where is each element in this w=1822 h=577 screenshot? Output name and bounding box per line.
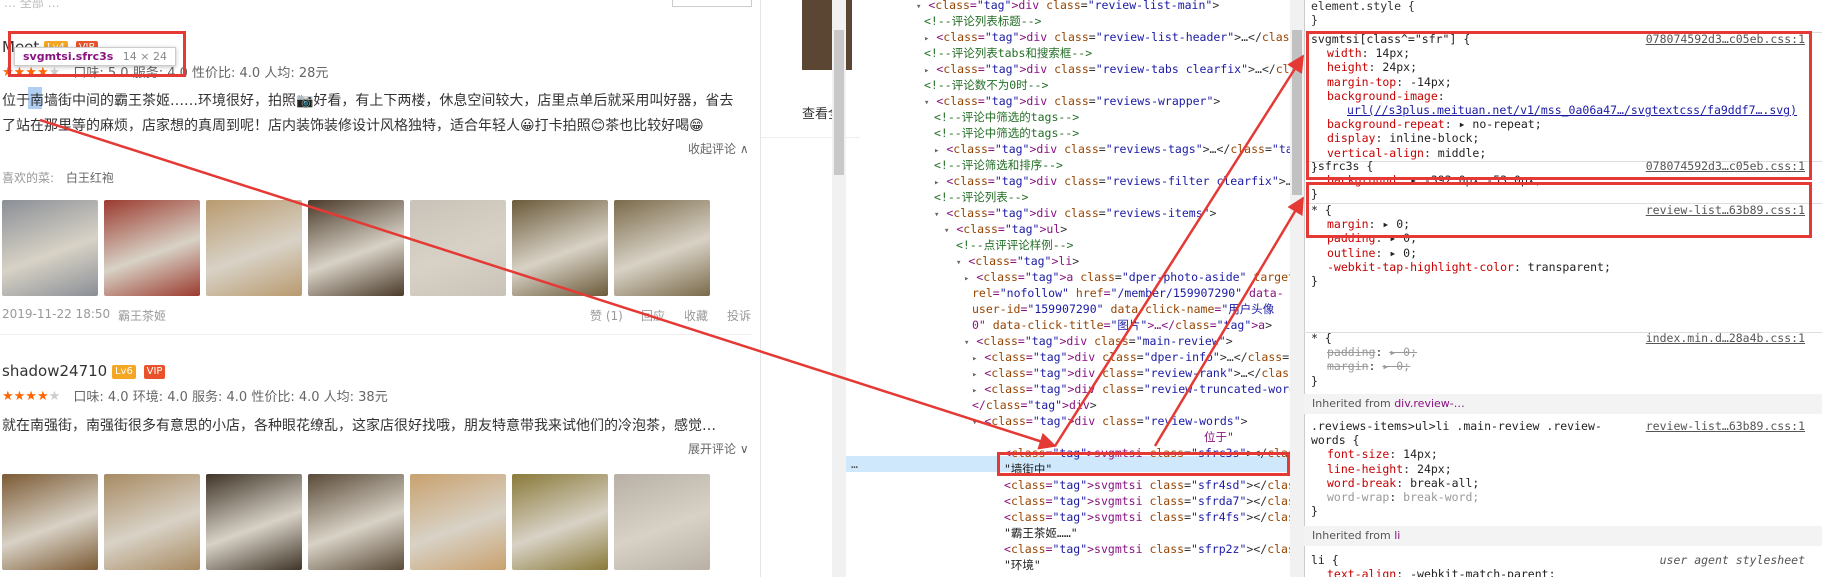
annotation-arrows [39,54,1305,450]
arrow-glyph-to-node [39,118,1057,450]
arrow-node-to-sfr-rule [1053,54,1305,447]
arrow-node-to-sfrc3s-rule [1153,196,1305,447]
